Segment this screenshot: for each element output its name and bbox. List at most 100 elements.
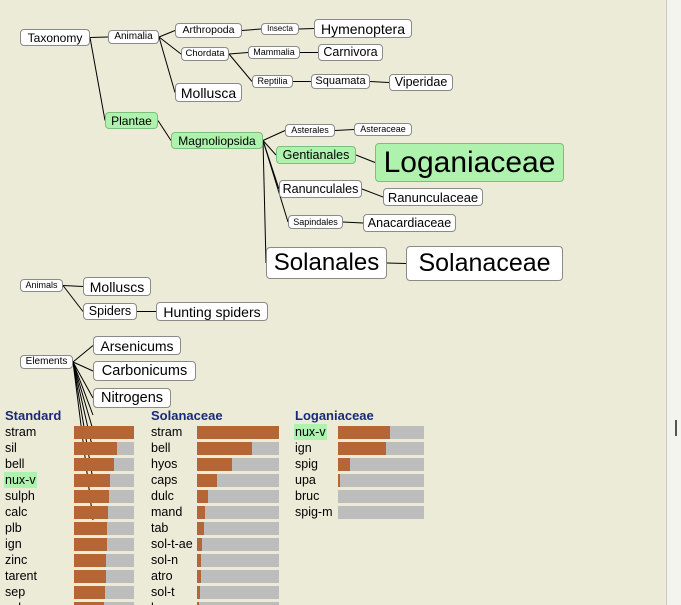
node-magnoliopsida[interactable]: Magnoliopsida xyxy=(171,132,263,149)
node-animalia[interactable]: Animalia xyxy=(108,30,159,44)
table-row[interactable]: lyc xyxy=(146,600,291,605)
score-bar xyxy=(197,554,279,567)
table-row[interactable]: sulph xyxy=(0,488,145,504)
table-row[interactable]: nux-v xyxy=(290,424,440,440)
table-row[interactable]: zinc xyxy=(0,552,145,568)
remedy-label[interactable]: sil xyxy=(4,440,18,456)
table-row[interactable]: sep xyxy=(0,584,145,600)
remedy-label[interactable]: bruc xyxy=(294,488,320,504)
node-hymenoptera[interactable]: Hymenoptera xyxy=(314,19,412,38)
node-reptilia[interactable]: Reptilia xyxy=(252,75,293,88)
remedy-label[interactable]: sul xyxy=(4,600,22,605)
table-loganiaceae: Loganiaceae nux-v ign spig upa bruc spig-m xyxy=(290,404,440,605)
node-elements[interactable]: Elements xyxy=(20,355,73,369)
table-row[interactable]: ign xyxy=(0,536,145,552)
table-row[interactable]: spig xyxy=(290,456,440,472)
table-row[interactable]: tarent xyxy=(0,568,145,584)
table-row[interactable]: sol-n xyxy=(146,552,291,568)
table-row[interactable]: stram xyxy=(146,424,291,440)
vertical-scrollbar[interactable] xyxy=(666,0,681,605)
remedy-label[interactable]: lyc xyxy=(150,600,167,605)
remedy-label[interactable]: tab xyxy=(150,520,169,536)
table-row[interactable]: nux-v xyxy=(0,472,145,488)
node-plantae[interactable]: Plantae xyxy=(105,112,158,129)
table-row[interactable]: bruc xyxy=(290,488,440,504)
tree-edge xyxy=(72,345,94,363)
node-gentianales[interactable]: Gentianales xyxy=(276,146,356,164)
node-carnivora[interactable]: Carnivora xyxy=(318,44,383,61)
table-row[interactable]: calc xyxy=(0,504,145,520)
remedy-label[interactable]: dulc xyxy=(150,488,175,504)
node-solanales[interactable]: Solanales xyxy=(266,247,387,279)
node-viperidae[interactable]: Viperidae xyxy=(389,74,453,91)
tree-edge xyxy=(228,52,249,55)
table-row[interactable]: atro xyxy=(146,568,291,584)
remedy-label[interactable]: mand xyxy=(150,504,183,520)
node-animals[interactable]: Animals xyxy=(20,279,63,292)
node-mammalia[interactable]: Mammalia xyxy=(248,46,300,59)
table-row[interactable]: stram xyxy=(0,424,145,440)
node-loganiaceae[interactable]: Loganiaceae xyxy=(375,143,564,182)
remedy-label[interactable]: nux-v xyxy=(294,424,327,440)
remedy-label[interactable]: sol-t-ae xyxy=(150,536,194,552)
node-chordata[interactable]: Chordata xyxy=(181,47,229,61)
table-row[interactable]: sol-t-ae xyxy=(146,536,291,552)
table-row[interactable]: sol-t xyxy=(146,584,291,600)
score-bar-fill xyxy=(74,426,134,439)
node-arthropoda[interactable]: Arthropoda xyxy=(175,23,242,38)
remedy-label[interactable]: upa xyxy=(294,472,317,488)
table-row[interactable]: caps xyxy=(146,472,291,488)
table-row[interactable]: sil xyxy=(0,440,145,456)
node-hunting-spiders[interactable]: Hunting spiders xyxy=(156,302,268,321)
remedy-label[interactable]: ign xyxy=(4,536,23,552)
node-mollusca[interactable]: Mollusca xyxy=(175,83,242,102)
remedy-label[interactable]: atro xyxy=(150,568,174,584)
scrollbar-thumb[interactable] xyxy=(675,420,677,436)
table-row[interactable]: sul xyxy=(0,600,145,605)
node-spiders[interactable]: Spiders xyxy=(83,303,137,320)
table-row[interactable]: ign xyxy=(290,440,440,456)
remedy-label[interactable]: caps xyxy=(150,472,178,488)
table-row[interactable]: spig-m xyxy=(290,504,440,520)
node-molluscs[interactable]: Molluscs xyxy=(83,277,151,296)
table-row[interactable]: bell xyxy=(0,456,145,472)
node-insecta[interactable]: Insecta xyxy=(261,23,299,35)
remedy-label[interactable]: hyos xyxy=(150,456,178,472)
remedy-label[interactable]: stram xyxy=(4,424,37,440)
node-taxonomy[interactable]: Taxonomy xyxy=(20,29,90,46)
table-row[interactable]: bell xyxy=(146,440,291,456)
table-row[interactable]: tab xyxy=(146,520,291,536)
remedy-label[interactable]: zinc xyxy=(4,552,28,568)
node-anacardiaceae[interactable]: Anacardiaceae xyxy=(363,214,456,232)
score-bar-fill xyxy=(338,458,350,471)
table-row[interactable]: mand xyxy=(146,504,291,520)
remedy-label[interactable]: stram xyxy=(150,424,183,440)
remedy-label[interactable]: calc xyxy=(4,504,28,520)
node-sapindales[interactable]: Sapindales xyxy=(288,215,343,229)
node-ranunculaceae[interactable]: Ranunculaceae xyxy=(383,188,483,206)
remedy-label[interactable]: ign xyxy=(294,440,313,456)
remedy-label[interactable]: sol-t xyxy=(150,584,176,600)
remedy-label[interactable]: sulph xyxy=(4,488,36,504)
node-asteraceae[interactable]: Asteraceae xyxy=(354,123,412,136)
remedy-label[interactable]: bell xyxy=(150,440,171,456)
table-row[interactable]: dulc xyxy=(146,488,291,504)
remedy-label[interactable]: plb xyxy=(4,520,23,536)
remedy-label[interactable]: bell xyxy=(4,456,25,472)
node-arsenicums[interactable]: Arsenicums xyxy=(93,336,181,355)
remedy-label[interactable]: spig-m xyxy=(294,504,334,520)
remedy-label[interactable]: tarent xyxy=(4,568,38,584)
table-row[interactable]: upa xyxy=(290,472,440,488)
remedy-label[interactable]: spig xyxy=(294,456,319,472)
table-row[interactable]: hyos xyxy=(146,456,291,472)
node-ranunculales[interactable]: Ranunculales xyxy=(279,180,362,198)
node-squamata[interactable]: Squamata xyxy=(311,74,370,89)
table-row[interactable]: plb xyxy=(0,520,145,536)
tree-edge xyxy=(355,154,376,163)
node-carbonicums[interactable]: Carbonicums xyxy=(93,361,196,381)
remedy-label[interactable]: nux-v xyxy=(4,472,37,488)
node-asterales[interactable]: Asterales xyxy=(285,124,335,137)
node-solanaceae[interactable]: Solanaceae xyxy=(406,246,563,281)
remedy-label[interactable]: sep xyxy=(4,584,26,600)
remedy-label[interactable]: sol-n xyxy=(150,552,179,568)
